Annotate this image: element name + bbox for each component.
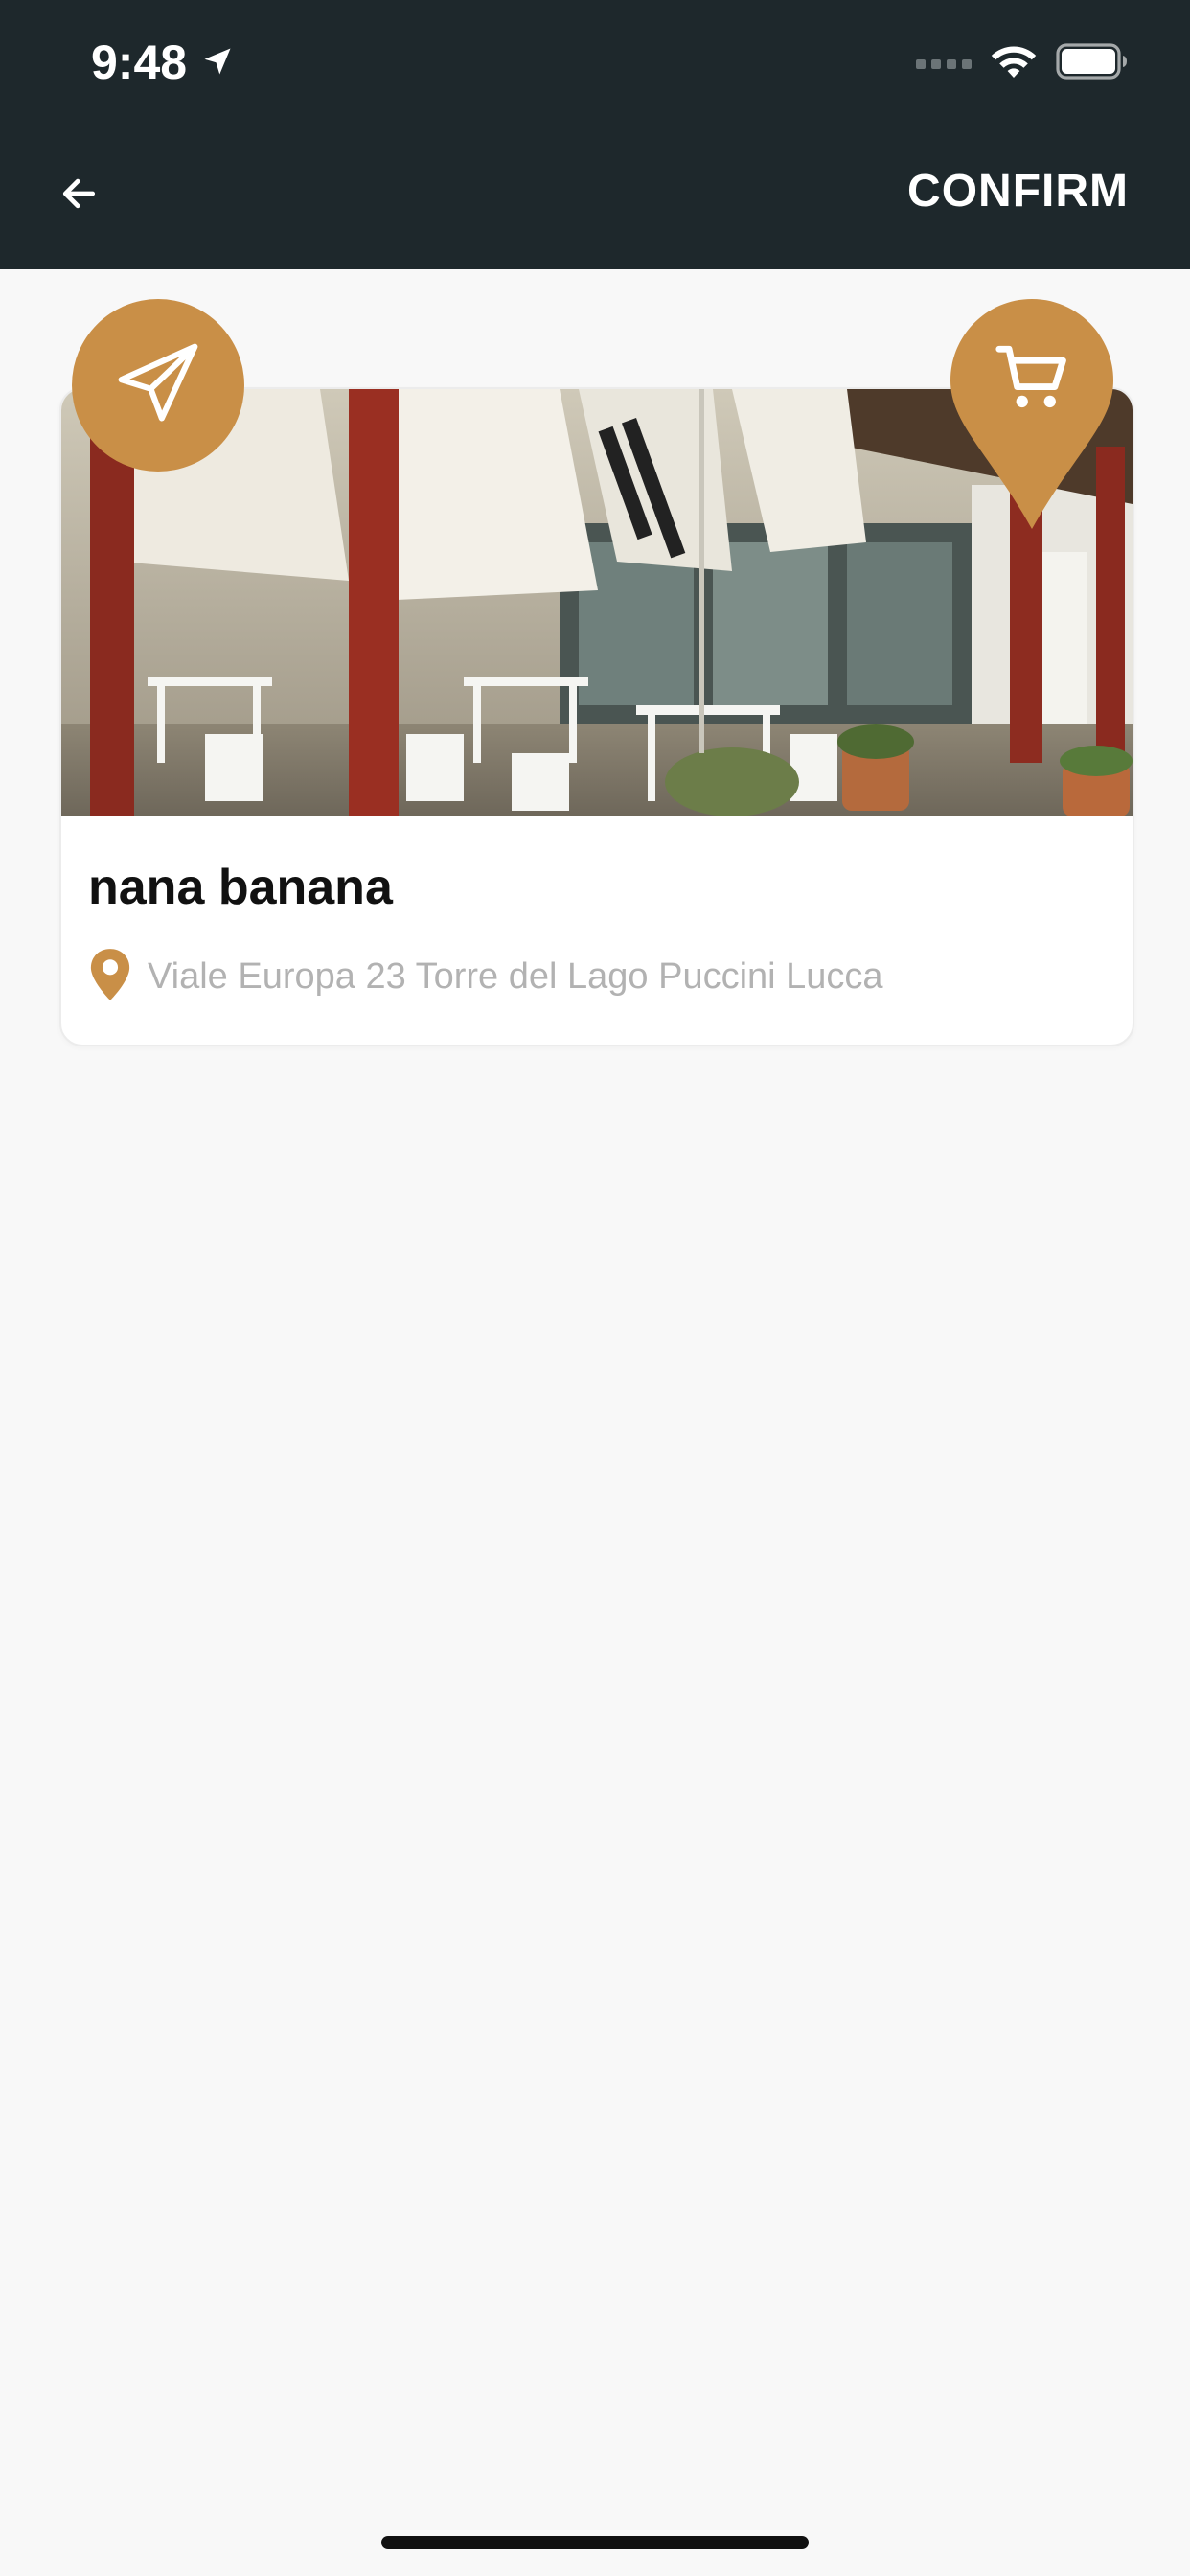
signal-icon [916, 58, 972, 69]
top-bar: 9:48 CONFIRM [0, 0, 1190, 269]
confirm-button[interactable]: CONFIRM [907, 165, 1129, 218]
shopping-cart-icon [993, 339, 1071, 423]
cart-button[interactable] [950, 299, 1113, 529]
address-text: Viale Europa 23 Torre del Lago Puccini L… [148, 956, 883, 997]
restaurant-name: nana banana [88, 860, 393, 915]
map-pin-icon [88, 947, 132, 1007]
location-arrow-icon [200, 34, 235, 90]
restaurant-address: Viale Europa 23 Torre del Lago Puccini L… [88, 947, 883, 1007]
home-indicator[interactable] [381, 2536, 809, 2549]
back-button[interactable] [54, 171, 103, 220]
status-time-text: 9:48 [91, 35, 188, 89]
status-icons [916, 42, 1129, 85]
send-button[interactable] [72, 299, 244, 472]
paper-plane-icon [114, 339, 202, 432]
arrow-left-icon [57, 172, 100, 219]
battery-icon [1056, 43, 1129, 84]
status-time: 9:48 [91, 34, 235, 90]
wifi-icon [989, 42, 1039, 85]
